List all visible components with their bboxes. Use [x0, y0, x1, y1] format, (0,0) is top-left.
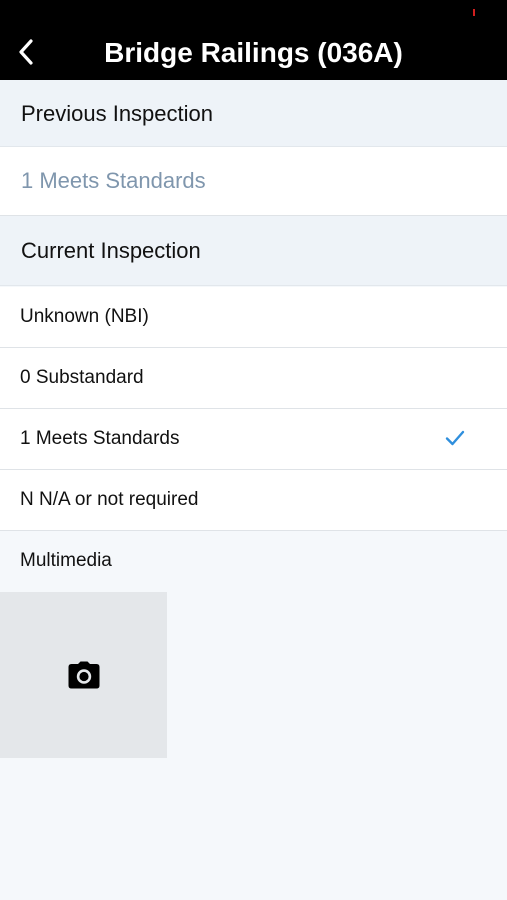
previous-inspection-heading: Previous Inspection	[21, 101, 213, 126]
option-substandard[interactable]: 0 Substandard	[0, 348, 507, 409]
camera-icon	[68, 661, 99, 689]
option-not-applicable[interactable]: N N/A or not required	[0, 470, 507, 531]
previous-inspection-value: 1 Meets Standards	[21, 168, 206, 193]
back-button[interactable]	[10, 32, 42, 72]
current-inspection-heading: Current Inspection	[21, 238, 201, 263]
option-meets-standards[interactable]: 1 Meets Standards	[0, 409, 507, 470]
option-label: Unknown (NBI)	[20, 306, 149, 327]
option-label: 0 Substandard	[20, 367, 144, 388]
chevron-left-icon	[19, 39, 33, 65]
navigation-header: Bridge Railings (036A)	[0, 0, 507, 80]
page-title: Bridge Railings (036A)	[104, 37, 403, 68]
multimedia-heading: Multimedia	[20, 550, 112, 571]
option-unknown-nbi[interactable]: Unknown (NBI)	[0, 287, 507, 348]
checkmark-icon	[445, 430, 465, 446]
option-label: 1 Meets Standards	[20, 428, 180, 449]
current-inspection-header: Current Inspection	[0, 216, 507, 286]
add-photo-button[interactable]	[0, 592, 167, 758]
status-indicator	[473, 9, 475, 16]
previous-inspection-header: Previous Inspection	[0, 80, 507, 147]
option-label: N N/A or not required	[20, 489, 199, 510]
previous-inspection-value-row: 1 Meets Standards	[0, 147, 507, 216]
